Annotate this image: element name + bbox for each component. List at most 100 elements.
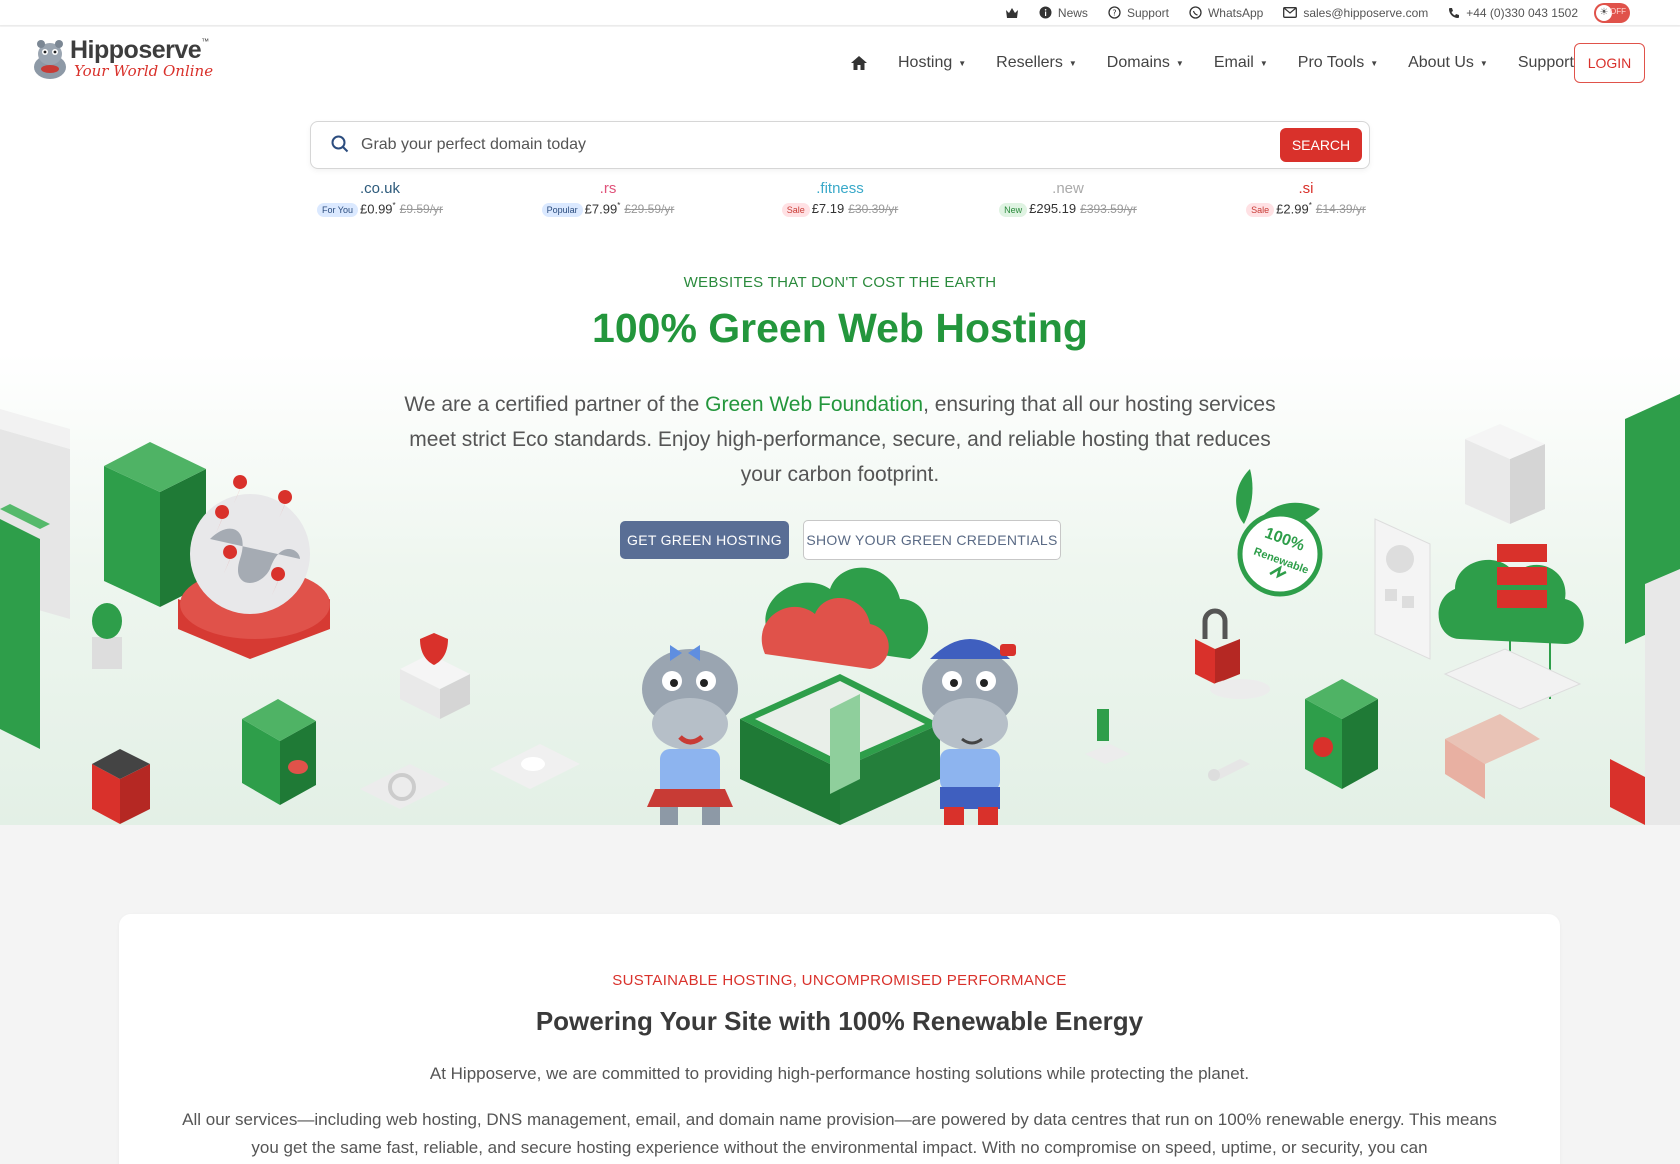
- tld-price: £7.99: [584, 201, 618, 217]
- hero-description: We are a certified partner of the Green …: [390, 387, 1290, 492]
- hippo-girl-character: [642, 645, 738, 825]
- cloud-tile-icon: [490, 744, 580, 789]
- tld-badge: Sale: [1246, 203, 1275, 218]
- green-cube-globe-icon: [1305, 679, 1378, 789]
- phone-icon: [1449, 7, 1460, 18]
- search-icon: [331, 135, 349, 153]
- hippo-boy-character: [922, 639, 1018, 825]
- whatsapp-label: WhatsApp: [1207, 5, 1264, 20]
- crown-icon[interactable]: [1005, 7, 1019, 19]
- tld-old-price: £393.59/yr: [1080, 202, 1137, 216]
- whatsapp-link[interactable]: WhatsApp: [1189, 6, 1263, 20]
- padlock-icon: [1195, 608, 1270, 699]
- nav-about-us[interactable]: About Us ▼: [1408, 54, 1488, 72]
- tld-price: £7.19: [811, 201, 845, 216]
- show-green-credentials-button[interactable]: SHOW YOUR GREEN CREDENTIALS: [803, 520, 1061, 560]
- tld-name: .co.uk: [359, 180, 401, 197]
- main-header: Hipposerve™ Your World Online Hosting ▼ R…: [0, 27, 1680, 99]
- section-kicker: SUSTAINABLE HOSTING, UNCOMPROMISED PERFO…: [612, 972, 1067, 989]
- nav-email[interactable]: Email ▼: [1214, 54, 1268, 72]
- sync-tile-icon: [360, 764, 450, 809]
- support-link[interactable]: ? Support: [1108, 6, 1169, 20]
- nav-about-us-label: About Us: [1408, 54, 1474, 71]
- green-server-stack-icon: [104, 442, 206, 607]
- nav-email-label: Email: [1213, 54, 1254, 71]
- phone-link[interactable]: +44 (0)330 043 1502: [1448, 6, 1578, 20]
- nav-hosting-label: Hosting: [898, 54, 953, 71]
- nav-support-label: Support: [1517, 54, 1574, 71]
- renewable-energy-card: SUSTAINABLE HOSTING, UNCOMPROMISED PERFO…: [119, 914, 1560, 1164]
- server-rack-left-icon: [0, 409, 70, 749]
- tld-item[interactable]: .si Sale £2.99* £14.39/yr: [1242, 177, 1370, 218]
- top-bar: News ? Support WhatsApp sales@hipposerve…: [0, 0, 1680, 26]
- question-icon: ?: [1108, 6, 1121, 19]
- theme-toggle-label: OFF: [1610, 6, 1626, 16]
- tld-old-price: £9.59/yr: [399, 202, 444, 217]
- tld-price: £0.99: [360, 201, 393, 217]
- tld-item[interactable]: .rs Popular £7.99* £29.59/yr: [538, 177, 678, 218]
- tld-name: .rs: [599, 180, 617, 197]
- caret-down-icon: ▼: [958, 58, 967, 68]
- logo-tm: ™: [201, 37, 210, 46]
- cloud-platform-icon: [740, 567, 940, 825]
- section-paragraph-1: At Hipposerve, we are committed to provi…: [429, 1064, 1250, 1083]
- section-title: Powering Your Site with 100% Renewable E…: [535, 1006, 1144, 1036]
- tld-old-price: £29.59/yr: [624, 202, 675, 217]
- nav-pro-tools-label: Pro Tools: [1297, 54, 1365, 71]
- home-icon[interactable]: [850, 55, 868, 71]
- envelope-icon: [1283, 7, 1298, 18]
- news-label: News: [1057, 5, 1088, 20]
- tld-item[interactable]: .fitness Sale £7.19 £30.39/yr: [780, 177, 900, 217]
- tld-promo-list: .co.uk For You £0.99* £9.59/yr .rs Popular…: [310, 177, 1370, 227]
- info-icon: [1039, 6, 1052, 19]
- logo-tagline: Your World Online: [74, 62, 214, 80]
- tld-item[interactable]: .new New £295.19 £393.59/yr: [998, 177, 1138, 217]
- hero-section: 100% Renewable Grab your perfect domain …: [0, 99, 1680, 825]
- main-nav: Hosting ▼ Resellers ▼ Domains ▼ Email ▼ Pro …: [820, 27, 1588, 99]
- svg-text:?: ?: [1112, 9, 1116, 18]
- nav-pro-tools[interactable]: Pro Tools ▼: [1298, 54, 1378, 72]
- nav-resellers-label: Resellers: [996, 54, 1063, 71]
- router-icon: [1445, 714, 1540, 799]
- nav-domains[interactable]: Domains ▼: [1107, 54, 1184, 72]
- red-document-icon: [1610, 759, 1645, 825]
- caret-down-icon: ▼: [1370, 58, 1379, 68]
- tld-old-price: £30.39/yr: [848, 202, 899, 216]
- section-paragraph-2: All our services—including web hosting, …: [182, 1110, 1497, 1157]
- caret-down-icon: ▼: [1068, 58, 1077, 68]
- tld-price: £2.99: [1276, 201, 1309, 217]
- domain-search-input[interactable]: Grab your perfect domain today: [361, 122, 586, 168]
- site-logo[interactable]: Hipposerve™ Your World Online: [32, 37, 213, 81]
- email-link[interactable]: sales@hipposerve.com: [1283, 6, 1428, 20]
- tld-item[interactable]: .co.uk For You £0.99* £9.59/yr: [310, 177, 450, 218]
- nav-resellers[interactable]: Resellers ▼: [996, 54, 1077, 72]
- usb-icon: [1085, 709, 1130, 764]
- theme-toggle[interactable]: ☀ OFF: [1594, 2, 1630, 23]
- domain-search-bar: Grab your perfect domain today SEARCH: [310, 121, 1370, 169]
- nav-hosting[interactable]: Hosting ▼: [898, 54, 966, 72]
- caret-down-icon: ▼: [1259, 58, 1268, 68]
- caret-down-icon: ▼: [1175, 58, 1184, 68]
- news-link[interactable]: News: [1039, 6, 1088, 20]
- tld-badge: New: [999, 203, 1028, 217]
- tld-badge: For You: [316, 203, 358, 218]
- hero-title: 100% Green Web Hosting: [592, 305, 1088, 351]
- get-green-hosting-button[interactable]: GET GREEN HOSTING: [620, 521, 789, 559]
- hero-kicker: WEBSITES THAT DON'T COST THE EARTH: [683, 274, 997, 291]
- green-web-foundation-link[interactable]: Green Web Foundation: [705, 393, 923, 416]
- camera-icon: [1208, 759, 1250, 781]
- tld-price: £295.19: [1029, 201, 1077, 216]
- hippo-logo-icon: [34, 40, 66, 79]
- search-button[interactable]: SEARCH: [1280, 128, 1362, 162]
- email-label: sales@hipposerve.com: [1303, 5, 1429, 20]
- phone-label: +44 (0)330 043 1502: [1466, 5, 1578, 20]
- tld-badge: Sale: [781, 203, 810, 217]
- nav-domains-label: Domains: [1106, 54, 1170, 71]
- support-label: Support: [1126, 5, 1169, 20]
- cloud-servers-icon: [1438, 544, 1584, 710]
- red-box-icon: [92, 749, 150, 824]
- tld-name: .new: [1052, 180, 1084, 197]
- whatsapp-icon: [1189, 6, 1202, 19]
- logo-brand: Hipposerve: [70, 36, 202, 64]
- login-button[interactable]: LOGIN: [1574, 43, 1645, 83]
